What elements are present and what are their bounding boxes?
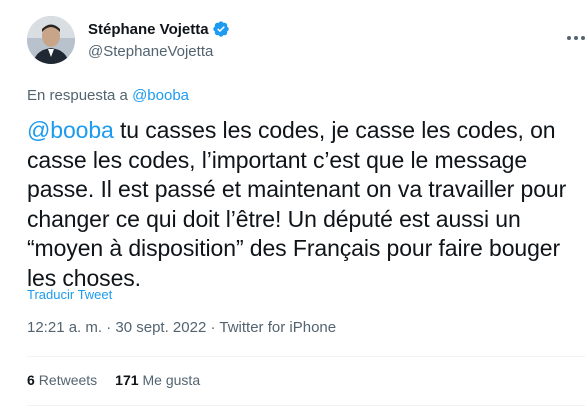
- divider: [27, 405, 585, 406]
- author-handle[interactable]: @StephaneVojetta: [88, 43, 213, 60]
- meta-separator: ·: [102, 319, 116, 336]
- more-options-icon[interactable]: [566, 28, 585, 40]
- tweet-card: Stéphane Vojetta @StephaneVojetta En res…: [0, 0, 585, 412]
- engagement-stats: 6 Retweets 171 Me gusta: [27, 372, 218, 388]
- tweet-text: @booba tu casses les codes, je casse les…: [27, 116, 579, 293]
- verified-badge-icon: [212, 20, 230, 38]
- tweet-body: tu casses les codes, je casse les codes,…: [27, 117, 567, 291]
- likes-label: Me gusta: [142, 372, 201, 388]
- author-display-name[interactable]: Stéphane Vojetta: [88, 21, 209, 38]
- likes-stat[interactable]: 171 Me gusta: [115, 372, 200, 388]
- tweet-time[interactable]: 12:21 a. m.: [27, 319, 102, 336]
- tweet-metadata: 12:21 a. m. · 30 sept. 2022 · Twitter fo…: [27, 319, 336, 336]
- author-name-row: Stéphane Vojetta: [88, 18, 230, 40]
- retweets-stat[interactable]: 6 Retweets: [27, 372, 97, 388]
- tweet-mention-link[interactable]: @booba: [27, 117, 114, 143]
- reply-prefix: En respuesta a: [27, 87, 128, 104]
- meta-separator: ·: [206, 319, 220, 336]
- tweet-source[interactable]: Twitter for iPhone: [219, 319, 336, 336]
- reply-context: En respuesta a @booba: [27, 87, 189, 104]
- likes-count: 171: [115, 372, 139, 388]
- translate-tweet-link[interactable]: Traducir Tweet: [27, 287, 112, 302]
- retweets-label: Retweets: [38, 372, 98, 388]
- author-avatar[interactable]: [27, 16, 75, 64]
- retweets-count: 6: [27, 372, 35, 388]
- reply-mention-link[interactable]: @booba: [132, 87, 189, 104]
- divider: [27, 356, 585, 357]
- tweet-date[interactable]: 30 sept. 2022: [115, 319, 206, 336]
